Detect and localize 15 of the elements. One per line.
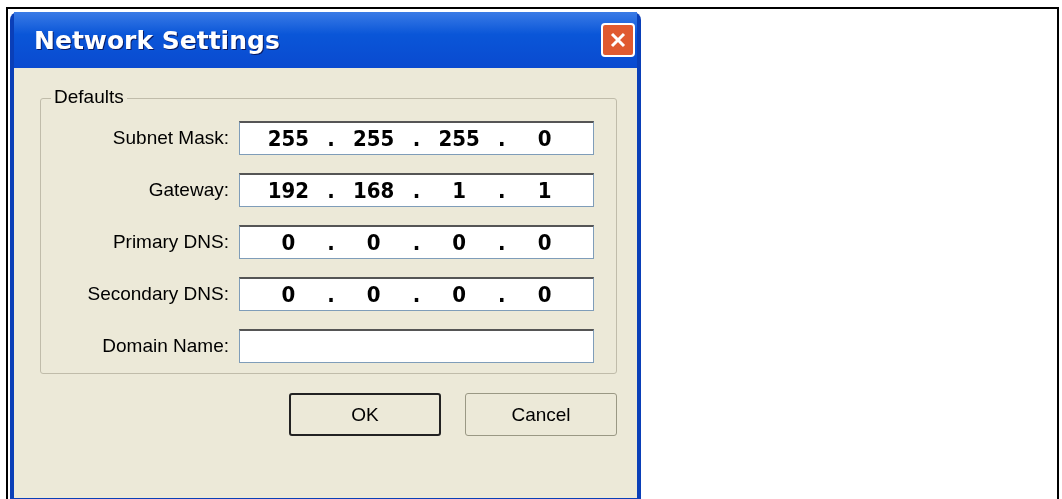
dialog-button[interactable]: Cancel <box>465 393 617 436</box>
dialog-button[interactable]: OK <box>289 393 441 436</box>
ip-address-field[interactable]: 192 . 168 . 1 . 1 <box>239 173 594 207</box>
close-icon <box>609 31 627 49</box>
field-label: Secondary DNS: <box>86 283 230 305</box>
field-label: Subnet Mask: <box>111 127 230 149</box>
close-button[interactable] <box>601 23 635 57</box>
ip-address-field[interactable]: 0 . 0 . 0 . 0 <box>239 225 594 259</box>
field-label: Primary DNS: <box>111 231 230 253</box>
ip-address-field[interactable]: 0 . 0 . 0 . 0 <box>239 277 594 311</box>
field-label: Gateway: <box>147 179 230 201</box>
ip-address-field[interactable]: 255 . 255 . 255 . 0 <box>239 121 594 155</box>
window-title: Network Settings <box>34 25 280 55</box>
field-label: Domain Name: <box>101 335 230 357</box>
input-field[interactable] <box>239 329 594 363</box>
